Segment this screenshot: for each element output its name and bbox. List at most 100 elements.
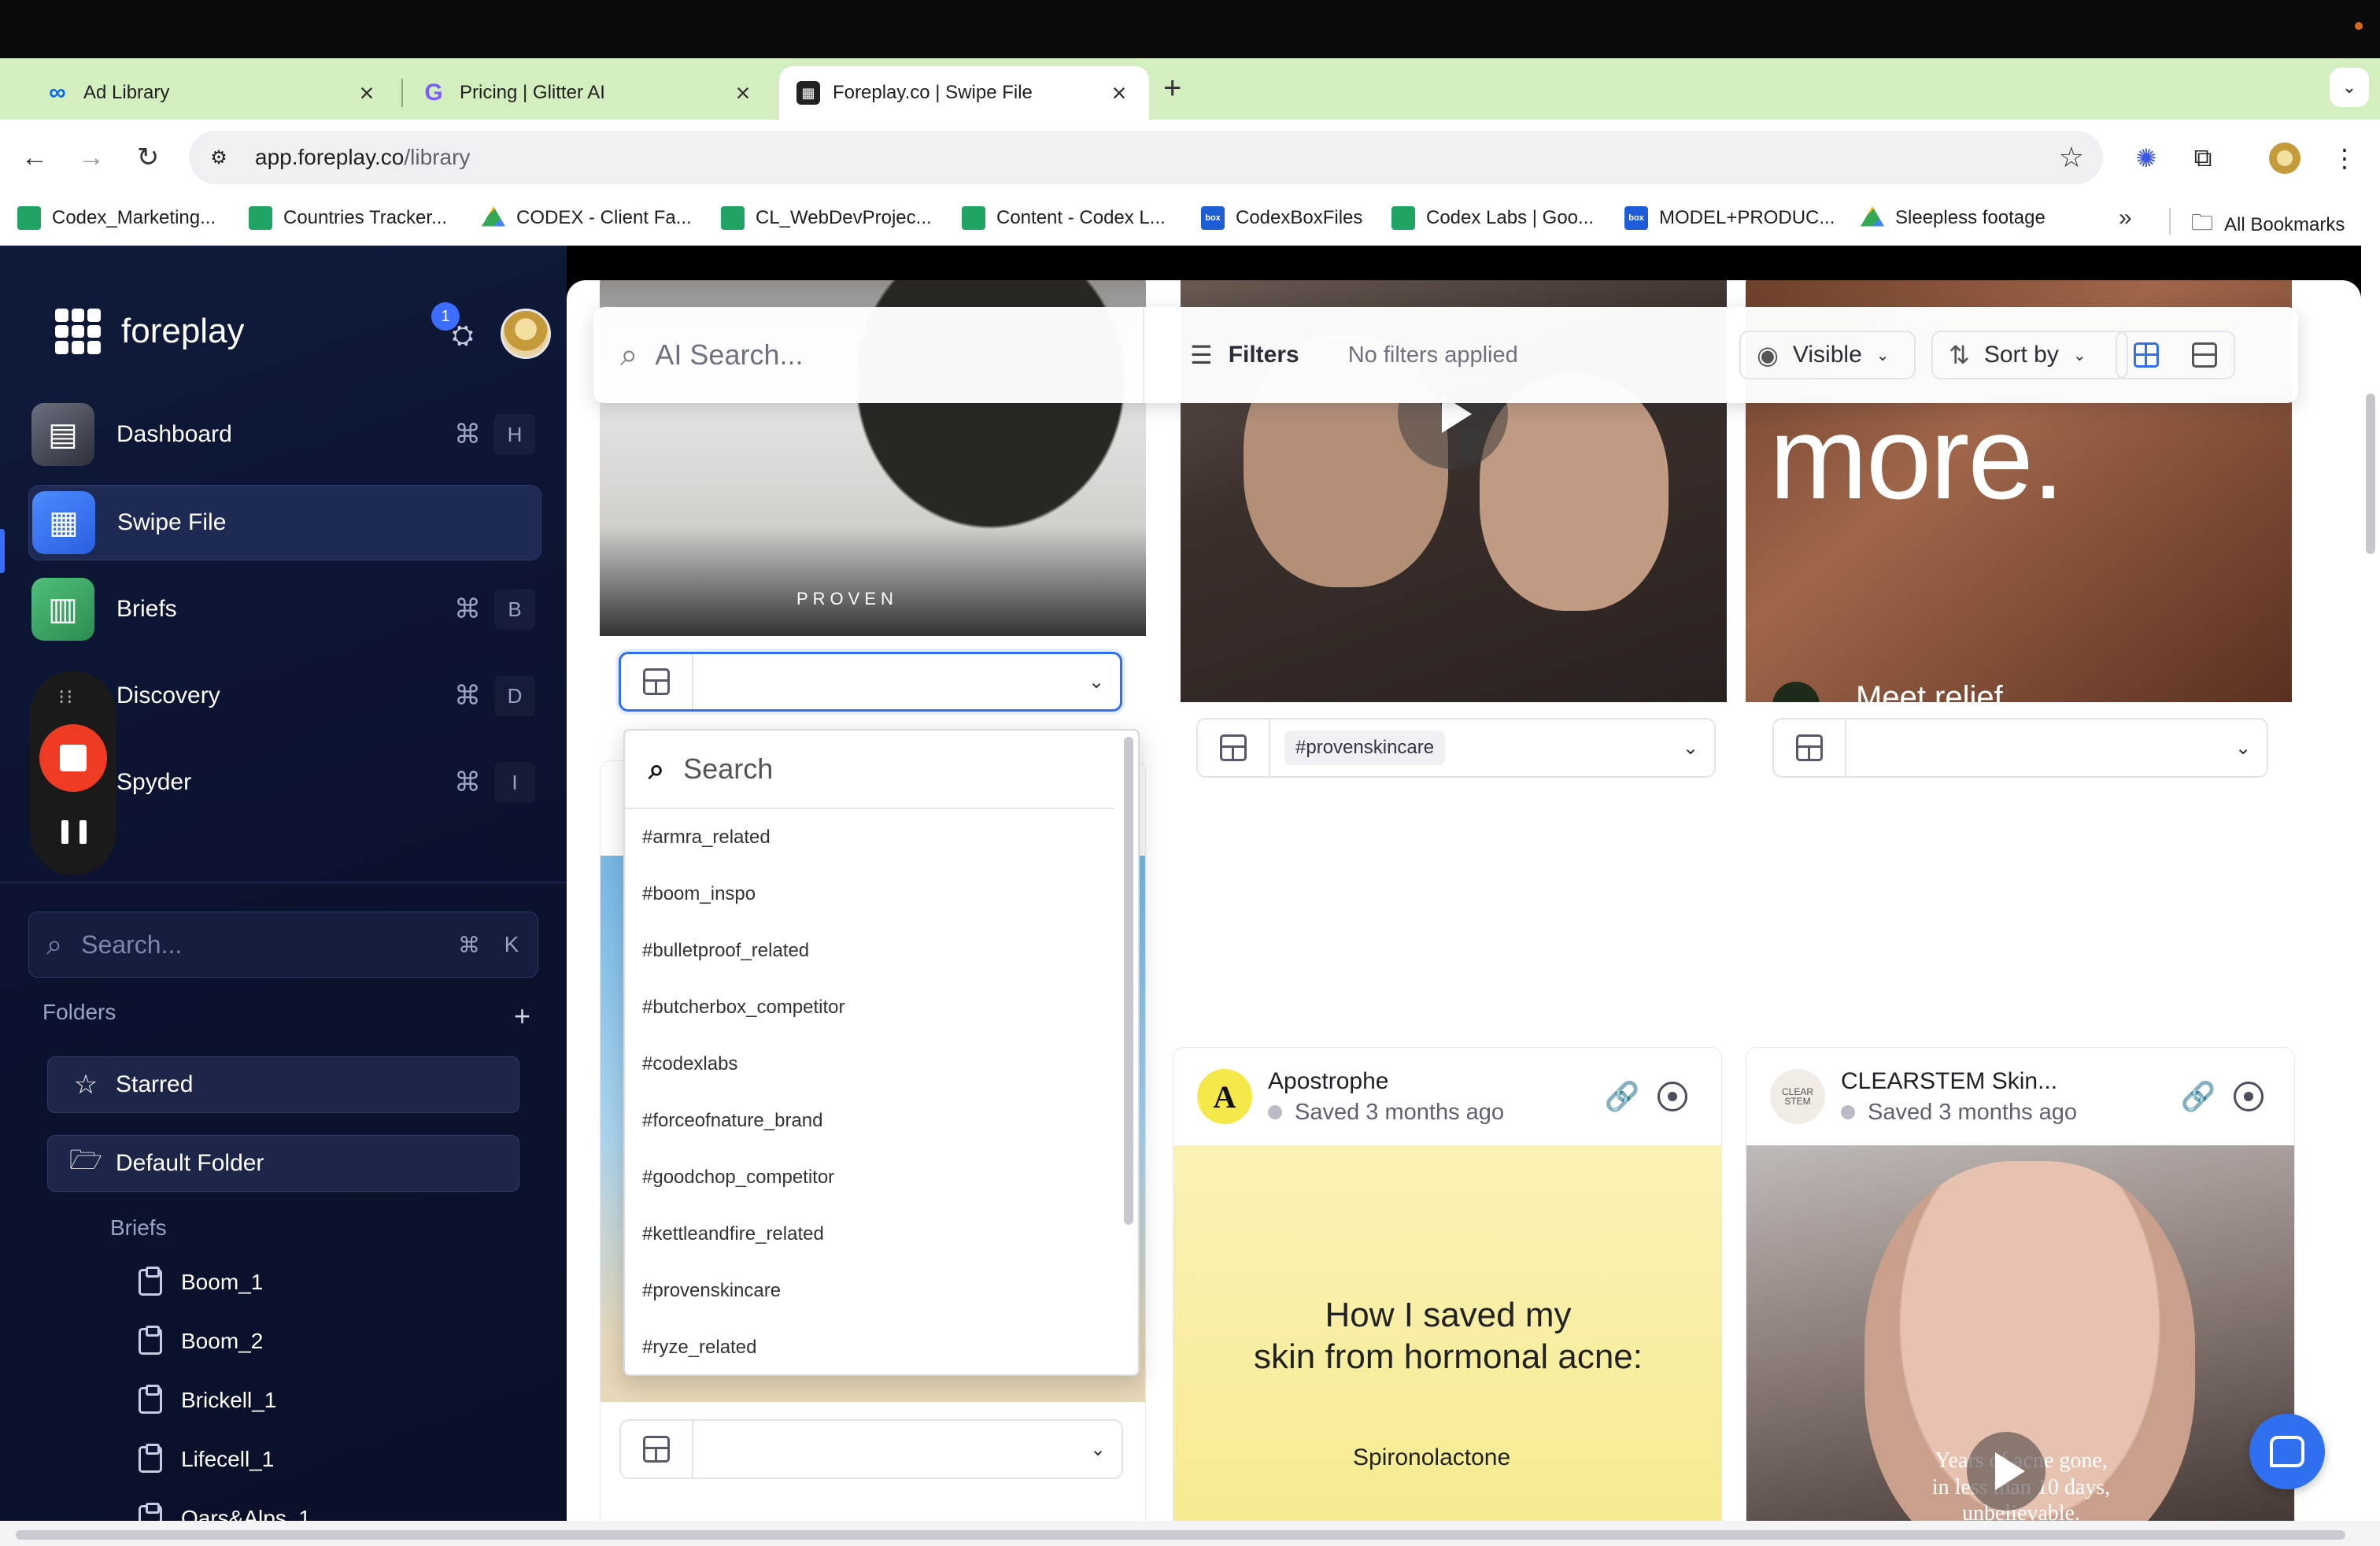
- play-button[interactable]: [1967, 1432, 2046, 1511]
- chevron-down-icon[interactable]: ⌄: [1073, 671, 1120, 693]
- extensions-puzzle-icon[interactable]: ⧉: [2185, 140, 2221, 176]
- sheets-icon: [1391, 206, 1415, 230]
- dropdown-option[interactable]: #bulletproof_related: [625, 923, 1138, 979]
- sidebar-search-input[interactable]: ⌕ Search... ⌘ K: [28, 912, 538, 978]
- tag-select[interactable]: ⌄: [619, 1419, 1123, 1479]
- brief-item[interactable]: Lifecell_1: [139, 1444, 274, 1473]
- browser-tab-strip: ∞ Ad Library × G Pricing | Glitter AI × …: [0, 58, 2380, 120]
- page-scrollbar-thumb[interactable]: [2366, 394, 2375, 554]
- bookmark-item[interactable]: Codex_Marketing...: [17, 206, 216, 230]
- app-sidebar: foreplay ⛭ 1 ▤ Dashboard ⌘ H ▦ Swipe File…: [0, 246, 567, 1538]
- new-tab-icon[interactable]: +: [1163, 72, 1181, 104]
- brief-item[interactable]: Brickell_1: [139, 1385, 276, 1414]
- brand-name[interactable]: Apostrophe: [1268, 1068, 1504, 1095]
- folders-header: Folders +: [42, 1000, 530, 1033]
- chevron-double-right-icon[interactable]: »: [2119, 205, 2132, 231]
- grid-view-icon[interactable]: [2117, 332, 2175, 378]
- dropdown-search-input[interactable]: ⌕ Search: [625, 730, 1114, 809]
- extension-snowflake-icon[interactable]: ✺: [2128, 140, 2164, 176]
- more-menu-icon[interactable]: ⋮: [2326, 140, 2363, 176]
- tab-ad-library[interactable]: ∞ Ad Library ×: [27, 66, 397, 120]
- brand-name[interactable]: CLEARSTEM Skin...: [1841, 1068, 2077, 1095]
- chevron-down-icon[interactable]: ⌄: [2219, 737, 2267, 760]
- sort-select[interactable]: ⇅ Sort by ⌄: [1931, 331, 2128, 379]
- close-icon[interactable]: ×: [730, 80, 756, 105]
- sidebar-item-swipe-file[interactable]: ▦ Swipe File: [28, 485, 541, 560]
- dropdown-option[interactable]: #codexlabs: [625, 1036, 1138, 1093]
- chevron-down-icon[interactable]: ⌄: [1074, 1438, 1122, 1461]
- link-icon[interactable]: 🔗: [1605, 1079, 1640, 1114]
- meta-icon: ∞: [49, 80, 66, 105]
- brief-item[interactable]: Boom_1: [139, 1267, 263, 1296]
- pause-recording-button[interactable]: [61, 820, 87, 849]
- dropdown-option[interactable]: #kettleandfire_related: [625, 1206, 1138, 1263]
- swipe-file-icon: ▦: [32, 491, 95, 554]
- chevron-down-icon[interactable]: ⌄: [1667, 737, 1714, 760]
- link-icon[interactable]: 🔗: [2181, 1079, 2216, 1114]
- dropdown-option[interactable]: #armra_related: [625, 809, 1138, 866]
- foreplay-logo[interactable]: foreplay: [55, 309, 245, 354]
- drag-handle-icon[interactable]: ⁝⁝: [58, 685, 75, 709]
- add-folder-icon[interactable]: +: [514, 1000, 530, 1033]
- stop-recording-button[interactable]: [39, 724, 107, 792]
- notifications-bell-icon[interactable]: ⛭ 1: [431, 302, 485, 357]
- bookmark-item[interactable]: Countries Tracker...: [249, 206, 447, 230]
- default-folder[interactable]: 🗁 Default Folder: [47, 1135, 519, 1192]
- site-info-icon[interactable]: ⚙: [200, 139, 238, 176]
- sidebar-item-briefs[interactable]: ▥ Briefs ⌘ B: [28, 571, 541, 647]
- ad-media-apostrophe[interactable]: How I saved my skin from hormonal acne: S…: [1173, 1145, 1721, 1521]
- profile-avatar[interactable]: [2267, 140, 2303, 176]
- close-icon[interactable]: ×: [354, 80, 379, 105]
- dropdown-scrollbar[interactable]: [1124, 737, 1133, 1225]
- horizontal-scrollbar[interactable]: [16, 1530, 2345, 1540]
- support-chat-button[interactable]: [2249, 1414, 2325, 1489]
- reload-icon[interactable]: ↻: [129, 139, 167, 176]
- sheets-icon: [17, 206, 41, 230]
- clipboard-icon: [139, 1444, 162, 1473]
- starred-folder[interactable]: ☆ Starred: [47, 1056, 519, 1113]
- list-view-icon[interactable]: [2175, 332, 2234, 378]
- shortcut-key: B: [494, 589, 535, 630]
- bookmark-item[interactable]: CODEX - Client Fa...: [482, 206, 692, 230]
- box-icon: box: [1624, 206, 1648, 230]
- ad-card-apostrophe[interactable]: A Apostrophe Saved 3 months ago 🔗 How I …: [1173, 1047, 1722, 1521]
- chevron-down-icon[interactable]: ⌄: [2330, 68, 2369, 107]
- active-nav-marker: [0, 529, 5, 573]
- forward-icon[interactable]: →: [72, 139, 110, 176]
- tag-select-provenskincare[interactable]: #provenskincare ⌄: [1196, 718, 1716, 778]
- tag-select-ds01[interactable]: ⌄: [1772, 718, 2268, 778]
- avatar[interactable]: [501, 309, 551, 359]
- ad-card-clearstem[interactable]: CLEAR STEM CLEARSTEM Skin... Saved 3 mon…: [1746, 1047, 2295, 1521]
- dropdown-option[interactable]: #ryze_related: [625, 1319, 1138, 1374]
- dropdown-option[interactable]: #goodchop_competitor: [625, 1149, 1138, 1206]
- bookmark-item[interactable]: box CodexBoxFiles: [1201, 206, 1362, 230]
- all-bookmarks[interactable]: 🗀 All Bookmarks: [2191, 206, 2345, 244]
- bookmark-item[interactable]: Codex Labs | Goo...: [1391, 206, 1594, 230]
- filter-icon: ☰: [1190, 341, 1213, 369]
- glitter-icon: G: [424, 80, 443, 105]
- address-bar[interactable]: ⚙ app.foreplay.co/library ☆: [189, 131, 2103, 184]
- bookmark-star-icon[interactable]: ☆: [2059, 141, 2084, 174]
- eye-icon[interactable]: [2231, 1079, 2266, 1114]
- dropdown-option[interactable]: #provenskincare: [625, 1263, 1138, 1319]
- bookmark-item[interactable]: CL_WebDevProjec...: [721, 206, 932, 230]
- dropdown-option[interactable]: #boom_inspo: [625, 866, 1138, 923]
- back-icon[interactable]: ←: [16, 139, 54, 176]
- sidebar-item-dashboard[interactable]: ▤ Dashboard ⌘ H: [28, 397, 541, 472]
- bookmark-item[interactable]: box MODEL+PRODUC...: [1624, 206, 1835, 230]
- bookmark-item[interactable]: Content - Codex L...: [962, 206, 1166, 230]
- tab-foreplay-swipe-file[interactable]: ▦ Foreplay.co | Swipe File ×: [779, 66, 1149, 120]
- eye-icon[interactable]: [1655, 1079, 1690, 1114]
- dropdown-option[interactable]: #butcherbox_competitor: [625, 979, 1138, 1036]
- ai-search-input[interactable]: ⌕ AI Search...: [593, 307, 1144, 403]
- tag-chip: #provenskincare: [1284, 730, 1446, 765]
- visibility-select[interactable]: ◉ Visible ⌄: [1739, 331, 1916, 379]
- close-icon[interactable]: ×: [1107, 80, 1132, 105]
- brief-item[interactable]: Boom_2: [139, 1326, 263, 1355]
- tab-pricing-glitter[interactable]: G Pricing | Glitter AI ×: [403, 66, 773, 120]
- ad-media-clearstem[interactable]: Years of acne gone,in less than 10 days,…: [1746, 1145, 2294, 1521]
- dropdown-option[interactable]: #forceofnature_brand: [625, 1093, 1138, 1149]
- bookmark-item[interactable]: Sleepless footage: [1861, 206, 2046, 230]
- filters-button[interactable]: ☰ Filters: [1190, 340, 1299, 370]
- tag-select-proven[interactable]: ⌄: [619, 652, 1122, 712]
